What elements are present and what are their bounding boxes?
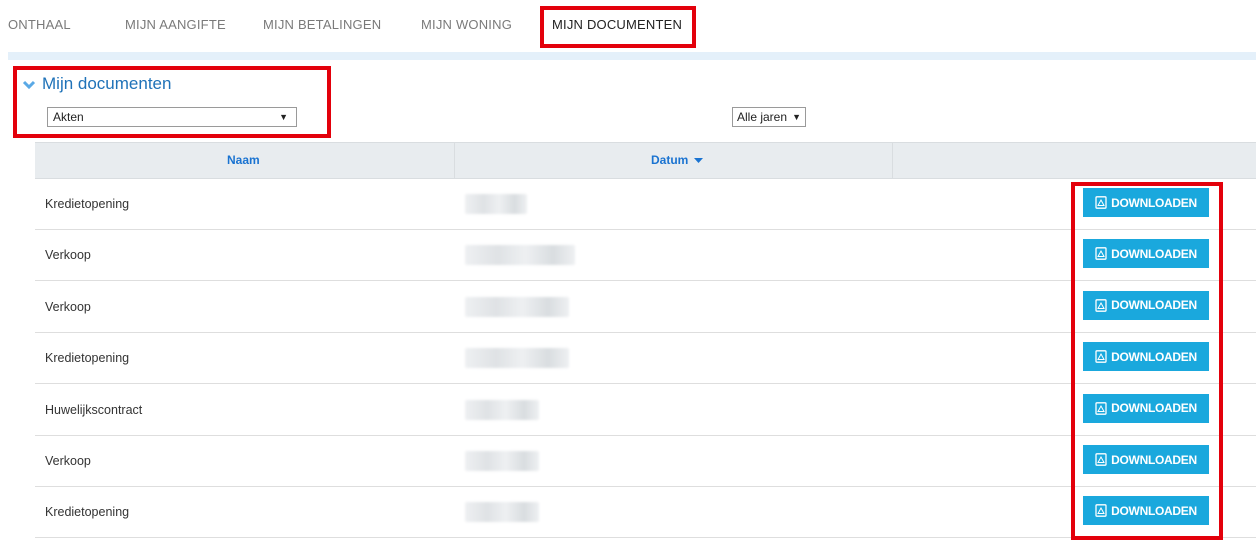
download-button-label: DOWNLOADEN xyxy=(1111,195,1197,210)
table-header: Naam Datum xyxy=(35,142,1256,179)
pdf-file-icon xyxy=(1095,196,1107,209)
tab-mijn-aangifte[interactable]: MIJN AANGIFTE xyxy=(125,17,226,32)
tab-mijn-woning[interactable]: MIJN WONING xyxy=(421,17,512,32)
document-date-redacted xyxy=(465,399,539,420)
tab-mijn-betalingen[interactable]: MIJN BETALINGEN xyxy=(263,17,381,32)
chevron-down-icon xyxy=(22,80,36,89)
document-date-redacted xyxy=(465,502,539,523)
section-title: Mijn documenten xyxy=(42,74,172,93)
pdf-file-icon xyxy=(1095,453,1107,466)
pdf-file-icon xyxy=(1095,504,1107,518)
download-button-label: DOWNLOADEN xyxy=(1111,452,1197,467)
document-name: Kredietopening xyxy=(45,505,130,520)
table-row: Kredietopening DOWNLOADEN xyxy=(35,179,1256,230)
download-button[interactable]: DOWNLOADEN xyxy=(1083,188,1209,217)
tab-underline-bar xyxy=(8,52,1256,60)
download-button[interactable]: DOWNLOADEN xyxy=(1083,393,1209,423)
pdf-file-icon xyxy=(1095,401,1107,415)
download-button-label: DOWNLOADEN xyxy=(1111,246,1197,261)
table-row: Verkoop DOWNLOADEN xyxy=(35,282,1256,333)
document-name: Huwelijkscontract xyxy=(45,402,143,417)
document-name: Kredietopening xyxy=(45,351,130,366)
table-row: Verkoop DOWNLOADEN xyxy=(35,230,1256,282)
document-type-value: Akten xyxy=(53,110,84,124)
document-date-redacted xyxy=(465,451,539,471)
table-row: Huwelijkscontract DOWNLOADEN xyxy=(35,385,1256,436)
download-button-label: DOWNLOADEN xyxy=(1111,349,1197,364)
document-name: Kredietopening xyxy=(45,197,130,211)
download-button[interactable]: DOWNLOADEN xyxy=(1083,239,1209,269)
dropdown-arrow-icon: ▼ xyxy=(792,112,801,122)
header-datum[interactable]: Datum xyxy=(651,153,703,167)
download-button-label: DOWNLOADEN xyxy=(1111,503,1197,518)
table-row: Kredietopening DOWNLOADEN xyxy=(35,333,1256,385)
document-date-redacted xyxy=(465,348,569,369)
section-header[interactable]: Mijn documenten xyxy=(22,74,171,94)
tab-mijn-documenten[interactable]: MIJN DOCUMENTEN xyxy=(552,17,682,32)
main-tabs: ONTHAAL MIJN AANGIFTE MIJN BETALINGEN MI… xyxy=(0,0,1256,52)
download-button[interactable]: DOWNLOADEN xyxy=(1083,445,1209,474)
year-value: Alle jaren xyxy=(737,110,788,124)
pdf-file-icon xyxy=(1095,298,1107,312)
download-button[interactable]: DOWNLOADEN xyxy=(1083,496,1209,526)
year-select[interactable]: Alle jaren ▼ xyxy=(732,107,806,127)
document-date-redacted xyxy=(465,245,575,266)
document-name: Verkoop xyxy=(45,299,91,314)
dropdown-arrow-icon: ▼ xyxy=(279,112,288,122)
table-row: Kredietopening DOWNLOADEN xyxy=(35,487,1256,539)
sort-desc-icon xyxy=(693,157,703,163)
pdf-file-icon xyxy=(1095,350,1107,364)
column-divider xyxy=(892,143,893,178)
download-button[interactable]: DOWNLOADEN xyxy=(1083,290,1209,320)
column-divider xyxy=(454,143,455,178)
download-button-label: DOWNLOADEN xyxy=(1111,298,1197,313)
pdf-file-icon xyxy=(1095,247,1107,261)
document-date-redacted xyxy=(465,194,527,214)
document-type-select[interactable]: Akten ▼ xyxy=(47,107,297,127)
tab-onthaal[interactable]: ONTHAAL xyxy=(8,17,71,32)
table-row: Verkoop DOWNLOADEN xyxy=(35,436,1256,487)
document-name: Verkoop xyxy=(45,454,91,468)
download-button-label: DOWNLOADEN xyxy=(1111,401,1197,416)
download-button[interactable]: DOWNLOADEN xyxy=(1083,342,1209,372)
header-datum-label: Datum xyxy=(651,153,689,167)
document-name: Verkoop xyxy=(45,248,91,263)
document-date-redacted xyxy=(465,296,569,317)
header-naam[interactable]: Naam xyxy=(227,153,260,167)
